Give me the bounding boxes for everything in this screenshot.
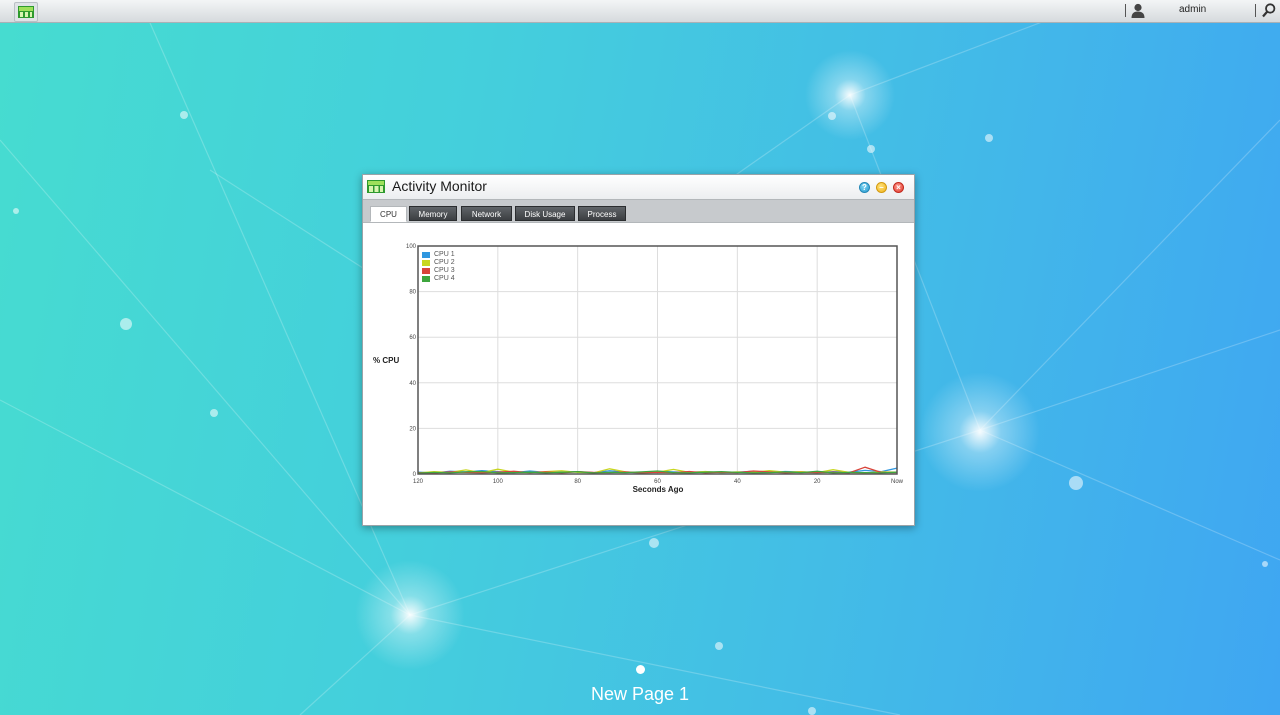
x-axis-label: Seconds Ago xyxy=(632,485,684,494)
legend-swatch xyxy=(422,252,430,258)
y-tick-label: 0 xyxy=(413,472,417,478)
cpu-chart: 0 20 40 60 80 100 120 100 80 60 40 20 Now % CPU Seco… xyxy=(363,221,914,521)
activity-monitor-icon xyxy=(367,180,385,193)
legend-swatch xyxy=(422,276,430,282)
x-tick-label: Now xyxy=(891,479,904,485)
x-tick-label: 20 xyxy=(814,479,821,485)
legend-swatch xyxy=(422,260,430,266)
y-tick-label: 60 xyxy=(409,335,416,341)
activity-monitor-icon xyxy=(18,6,34,18)
tab-disk-usage[interactable]: Disk Usage xyxy=(515,206,575,221)
desktop-page-label: New Page 1 xyxy=(590,684,690,704)
window-title: Activity Monitor xyxy=(392,178,487,194)
legend-label: CPU 2 xyxy=(434,259,455,266)
legend-label: CPU 3 xyxy=(434,267,455,274)
y-tick-label: 40 xyxy=(409,381,416,387)
tab-network[interactable]: Network xyxy=(461,206,512,221)
main-menu-button[interactable] xyxy=(14,2,38,22)
y-tick-label: 20 xyxy=(409,426,416,432)
activity-monitor-window: Activity Monitor ? – × CPU Memory Networ… xyxy=(362,174,915,526)
window-titlebar[interactable]: Activity Monitor ? – × xyxy=(363,175,914,199)
tab-process[interactable]: Process xyxy=(578,206,626,221)
legend-label: CPU 4 xyxy=(434,275,455,282)
x-tick-label: 40 xyxy=(734,479,741,485)
legend-label: CPU 1 xyxy=(434,251,455,258)
chart-legend: CPU 1 CPU 2 CPU 3 CPU 4 xyxy=(422,251,455,283)
minimize-button[interactable]: – xyxy=(876,182,887,193)
separator xyxy=(1125,4,1126,17)
legend-item: CPU 2 xyxy=(422,259,455,267)
legend-item: CPU 1 xyxy=(422,251,455,259)
close-icon: × xyxy=(896,183,901,192)
y-tick-label: 100 xyxy=(406,244,417,250)
legend-swatch xyxy=(422,268,430,274)
tab-cpu[interactable]: CPU xyxy=(370,206,407,222)
legend-item: CPU 4 xyxy=(422,275,455,283)
help-button[interactable]: ? xyxy=(859,182,870,193)
x-tick-label: 120 xyxy=(413,479,424,485)
help-icon: ? xyxy=(862,183,867,192)
y-axis-label: % CPU xyxy=(373,356,400,365)
x-tick-label: 100 xyxy=(493,479,504,485)
x-tick-label: 80 xyxy=(574,479,581,485)
username-label[interactable]: admin xyxy=(1179,4,1206,15)
minimize-icon: – xyxy=(879,183,884,192)
user-icon[interactable] xyxy=(1131,3,1145,18)
close-button[interactable]: × xyxy=(893,182,904,193)
tab-memory[interactable]: Memory xyxy=(409,206,457,221)
y-tick-label: 80 xyxy=(409,290,416,296)
legend-item: CPU 3 xyxy=(422,267,455,275)
page-indicator-dot[interactable] xyxy=(636,665,645,674)
tab-bar: CPU Memory Network Disk Usage Process xyxy=(363,199,914,223)
separator xyxy=(1255,4,1256,17)
search-icon[interactable] xyxy=(1262,3,1276,18)
taskbar: admin xyxy=(0,0,1280,23)
